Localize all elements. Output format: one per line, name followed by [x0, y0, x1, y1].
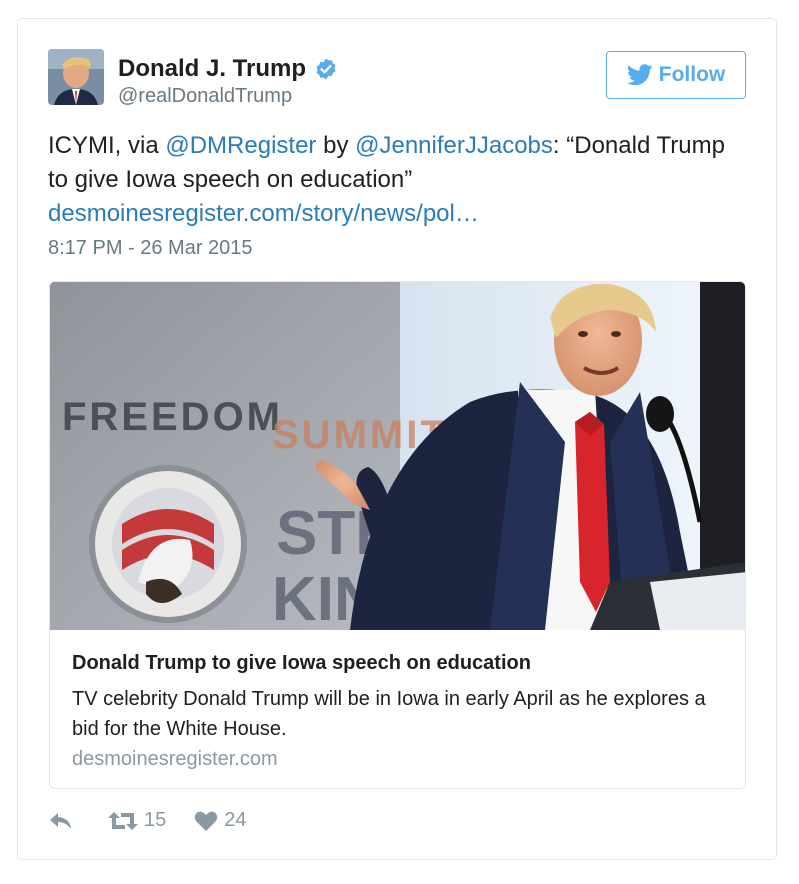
display-name[interactable]: Donald J. Trump: [118, 55, 306, 83]
tweet-card: Donald J. Trump @realDonaldTrump Follow …: [17, 18, 777, 860]
like-button[interactable]: 24: [194, 809, 247, 832]
heart-icon: [195, 811, 218, 831]
card-title[interactable]: Donald Trump to give Iowa speech on educ…: [72, 652, 531, 675]
card-image[interactable]: FREEDOM SUMMIT STE KING: [50, 282, 746, 630]
avatar[interactable]: [48, 49, 104, 105]
link-card[interactable]: FREEDOM SUMMIT STE KING Donald Trump to …: [49, 281, 746, 789]
reply-button[interactable]: [48, 810, 80, 832]
follow-button[interactable]: Follow: [606, 51, 746, 99]
like-count: 24: [224, 809, 247, 831]
sign-text-freedom: FREEDOM: [62, 395, 283, 439]
user-handle[interactable]: @realDonaldTrump: [118, 85, 292, 108]
avatar-photo: [48, 49, 104, 105]
mention-jenniferjjacobs[interactable]: @JenniferJJacobs: [355, 132, 553, 159]
tweet-text: ICYMI, via @DMRegister by @JenniferJJaco…: [48, 129, 748, 231]
tweet-link[interactable]: desmoinesregister.com/story/news/pol…: [48, 200, 479, 227]
tweet-actions: 15 24: [48, 809, 275, 832]
retweet-button[interactable]: 15: [108, 809, 166, 832]
verified-badge-icon: [316, 58, 336, 80]
reply-icon: [50, 812, 71, 829]
timestamp[interactable]: 8:17 PM - 26 Mar 2015: [48, 237, 253, 260]
twitter-bird-icon: [626, 64, 653, 86]
follow-button-label: Follow: [658, 63, 726, 86]
mention-dmregister[interactable]: @DMRegister: [165, 132, 316, 159]
card-description: TV celebrity Donald Trump will be in Iow…: [72, 688, 706, 740]
tweet-text-mid: by: [316, 132, 356, 159]
tweet-text-prefix: ICYMI, via: [48, 132, 166, 159]
retweet-count: 15: [144, 809, 167, 831]
card-domain[interactable]: desmoinesregister.com: [72, 748, 278, 771]
retweet-icon: [108, 811, 138, 830]
name-row: Donald J. Trump: [118, 55, 338, 83]
